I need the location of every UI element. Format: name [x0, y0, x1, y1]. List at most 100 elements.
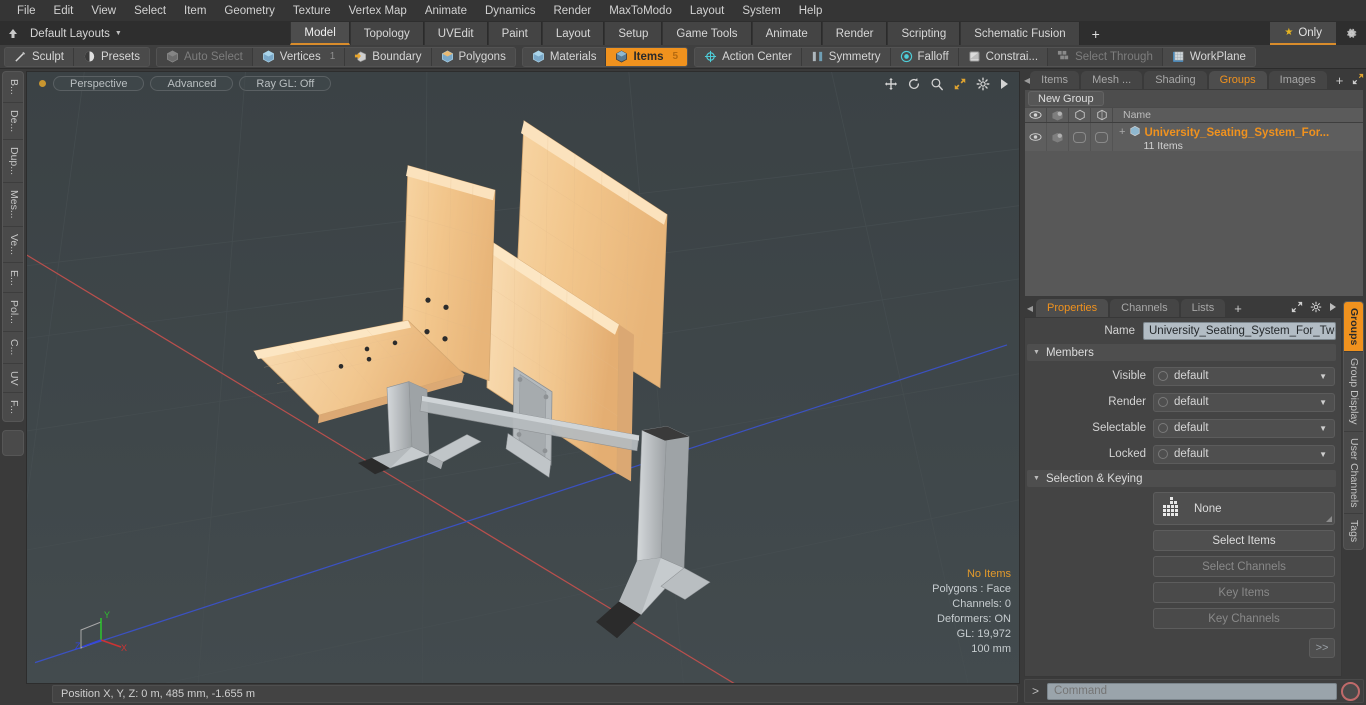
render-radio-icon[interactable]: [1158, 397, 1168, 407]
presets-button[interactable]: Presets: [73, 47, 149, 66]
left-tab-fusion[interactable]: F...: [3, 393, 23, 421]
add-layout-tab-button[interactable]: +: [1080, 22, 1112, 45]
menu-item-help[interactable]: Help: [790, 2, 832, 20]
selection-keying-section-header[interactable]: ▼ Selection & Keying: [1027, 470, 1336, 487]
polygons-button[interactable]: Polygons: [431, 47, 515, 66]
vertices-button[interactable]: Vertices 1: [252, 47, 346, 66]
selection-set-selector[interactable]: None: [1153, 492, 1335, 525]
panel-tab-shading[interactable]: Shading: [1144, 71, 1207, 89]
panel-expand-icon[interactable]: [1352, 73, 1364, 88]
properties-collapse-icon[interactable]: ◀: [1024, 299, 1036, 317]
left-tab-vertex[interactable]: Ve...: [3, 227, 23, 263]
layout-tab-topology[interactable]: Topology: [349, 22, 424, 45]
layout-tab-render[interactable]: Render: [821, 22, 888, 45]
locked-dropdown[interactable]: default ▼: [1153, 444, 1335, 464]
select-channels-button[interactable]: Select Channels: [1153, 556, 1335, 577]
constraint-button[interactable]: Constrai...: [958, 47, 1049, 66]
layout-preset-selector[interactable]: Default Layouts ▼: [26, 22, 132, 45]
panel-add-tab-button[interactable]: +: [1329, 71, 1351, 89]
row-lock-toggle[interactable]: [1091, 123, 1113, 151]
rotate-icon[interactable]: [907, 77, 921, 91]
properties-more-icon[interactable]: [1329, 302, 1337, 315]
menu-item-view[interactable]: View: [82, 2, 125, 20]
left-tab-edge[interactable]: E...: [3, 263, 23, 294]
group-list-body[interactable]: + University_Seating_System_For... 11 It…: [1025, 123, 1363, 296]
fit-icon[interactable]: [953, 77, 967, 91]
only-toggle-button[interactable]: ★ Only: [1270, 22, 1336, 45]
layout-tab-paint[interactable]: Paint: [487, 22, 542, 45]
right-tab-tags[interactable]: Tags: [1344, 514, 1363, 548]
sculpt-button[interactable]: Sculpt: [5, 47, 74, 66]
select-items-button[interactable]: Select Items: [1153, 530, 1335, 551]
layout-tab-scripting[interactable]: Scripting: [887, 22, 961, 45]
selectable-radio-icon[interactable]: [1158, 423, 1168, 433]
home-icon[interactable]: [0, 22, 26, 45]
menu-item-select[interactable]: Select: [125, 2, 175, 20]
right-tab-groups[interactable]: Groups: [1344, 302, 1363, 353]
layout-tab-animate[interactable]: Animate: [751, 22, 822, 45]
properties-expand-icon[interactable]: [1291, 301, 1303, 316]
key-channels-button[interactable]: Key Channels: [1153, 608, 1335, 629]
auto-select-button[interactable]: Auto Select: [156, 47, 253, 66]
left-tab-duplicate[interactable]: Dup...: [3, 140, 23, 183]
play-icon[interactable]: [999, 78, 1009, 90]
table-row[interactable]: + University_Seating_System_For... 11 It…: [1025, 123, 1363, 152]
new-group-button[interactable]: New Group: [1028, 91, 1104, 106]
panel-tab-mesh[interactable]: Mesh ...: [1081, 71, 1143, 89]
tab-properties[interactable]: Properties: [1036, 299, 1109, 317]
viewport-raygl-selector[interactable]: Ray GL: Off: [239, 76, 332, 91]
menu-item-layout[interactable]: Layout: [681, 2, 734, 20]
right-tab-user-channels[interactable]: User Channels: [1344, 432, 1363, 515]
left-tab-uv[interactable]: UV: [3, 364, 23, 394]
3d-viewport[interactable]: Perspective Advanced Ray GL: Off Y X Z N…: [26, 71, 1020, 684]
gear-icon[interactable]: [1336, 22, 1366, 45]
menu-item-animate[interactable]: Animate: [416, 2, 476, 20]
layout-tab-game-tools[interactable]: Game Tools: [662, 22, 752, 45]
action-center-button[interactable]: Action Center: [695, 47, 802, 66]
menu-item-item[interactable]: Item: [175, 2, 215, 20]
menu-item-file[interactable]: File: [8, 2, 45, 20]
tab-lists[interactable]: Lists: [1180, 299, 1226, 317]
tab-channels[interactable]: Channels: [1110, 299, 1179, 317]
selectable-checkbox[interactable]: [1073, 131, 1086, 143]
name-input[interactable]: University_Seating_System_For_Two_: [1143, 321, 1336, 340]
left-tab-polygon[interactable]: Pol...: [3, 293, 23, 333]
visible-radio-icon[interactable]: [1158, 371, 1168, 381]
move-icon[interactable]: [884, 77, 898, 91]
menu-item-maxtomodo[interactable]: MaxToModo: [600, 2, 681, 20]
viewport-gear-icon[interactable]: [976, 77, 990, 91]
render-dropdown[interactable]: default ▼: [1153, 392, 1335, 412]
falloff-button[interactable]: Falloff: [890, 47, 959, 66]
properties-add-tab-button[interactable]: +: [1227, 299, 1249, 317]
layout-tab-model[interactable]: Model: [290, 22, 350, 45]
left-tab-extra[interactable]: [2, 430, 24, 457]
workplane-button[interactable]: WorkPlane: [1162, 47, 1255, 66]
left-tab-deform[interactable]: De...: [3, 103, 23, 140]
layout-tab-uvedit[interactable]: UVEdit: [423, 22, 488, 45]
key-items-button[interactable]: Key Items: [1153, 582, 1335, 603]
menu-item-geometry[interactable]: Geometry: [215, 2, 284, 20]
members-section-header[interactable]: ▼ Members: [1027, 344, 1336, 361]
right-tab-group-display[interactable]: Group Display: [1344, 352, 1363, 432]
materials-button[interactable]: Materials: [522, 47, 607, 66]
properties-gear-icon[interactable]: [1310, 301, 1322, 316]
left-tab-mesh[interactable]: Mes...: [3, 183, 23, 227]
lock-checkbox[interactable]: [1095, 131, 1108, 143]
zoom-icon[interactable]: [930, 77, 944, 91]
record-icon[interactable]: [1341, 681, 1360, 701]
viewport-shading-selector[interactable]: Advanced: [150, 76, 234, 91]
row-render-toggle[interactable]: [1047, 123, 1069, 151]
fast-forward-button[interactable]: >>: [1309, 638, 1335, 658]
selectable-dropdown[interactable]: default ▼: [1153, 418, 1335, 438]
menu-item-edit[interactable]: Edit: [45, 2, 83, 20]
row-selectable-toggle[interactable]: [1069, 123, 1091, 151]
items-button[interactable]: Items 5: [606, 47, 688, 66]
row-eye-toggle[interactable]: [1025, 123, 1047, 151]
visible-dropdown[interactable]: default ▼: [1153, 366, 1335, 386]
panel-tab-groups[interactable]: Groups: [1208, 71, 1267, 89]
layout-tab-schematic-fusion[interactable]: Schematic Fusion: [960, 22, 1080, 45]
boundary-button[interactable]: Boundary: [345, 47, 432, 66]
expand-icon[interactable]: +: [1117, 125, 1129, 138]
viewport-camera-selector[interactable]: Perspective: [53, 76, 145, 91]
menu-item-vertex-map[interactable]: Vertex Map: [340, 2, 416, 20]
